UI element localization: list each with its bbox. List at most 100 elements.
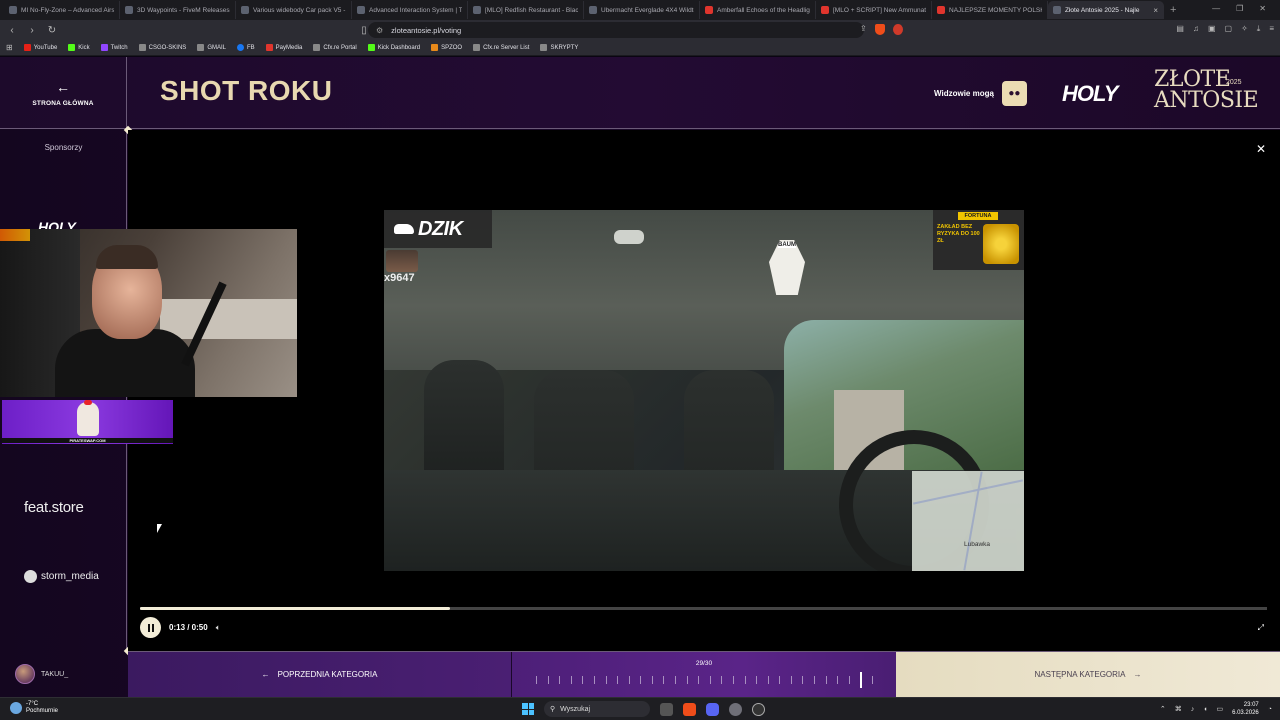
bookmark-item[interactable]: Kick Dashboard: [367, 44, 420, 51]
bookmark-item[interactable]: SKRYPTY: [540, 44, 578, 51]
category-tick[interactable]: [605, 676, 607, 684]
category-tick[interactable]: [663, 676, 665, 684]
users-icon[interactable]: ●●: [1001, 81, 1027, 106]
category-tick[interactable]: [756, 676, 758, 684]
pause-button[interactable]: [140, 617, 161, 638]
clock[interactable]: 23:07 6.03.2026: [1232, 701, 1259, 717]
battery-icon[interactable]: ▭: [1216, 705, 1223, 713]
browser-tab[interactable]: Amberfall Echoes of the Headlight: [700, 1, 816, 19]
volume-tray-icon[interactable]: ◖: [1203, 706, 1207, 713]
settings-icon[interactable]: [729, 702, 742, 716]
category-tick[interactable]: [872, 676, 873, 684]
previous-category-button[interactable]: ← POPRZEDNIA KATEGORIA: [128, 652, 511, 697]
bookmark-item[interactable]: Twitch: [100, 44, 128, 51]
category-tick[interactable]: [790, 676, 792, 684]
fullscreen-icon[interactable]: ⤢: [1258, 623, 1264, 633]
category-tick[interactable]: [767, 676, 769, 684]
close-icon[interactable]: ✕: [1256, 142, 1266, 156]
category-tick[interactable]: [825, 676, 827, 684]
discord-icon[interactable]: [706, 702, 719, 716]
wallet-icon[interactable]: ▢: [1225, 24, 1233, 34]
sponsor-feat-store[interactable]: feat.store: [24, 499, 84, 516]
minimize-icon[interactable]: —: [1212, 4, 1220, 13]
notifications-icon[interactable]: ◔: [1268, 706, 1272, 713]
bookmark-item[interactable]: CSGO-SKINS: [138, 44, 186, 51]
category-tick[interactable]: [802, 676, 804, 684]
download-icon[interactable]: ⤓: [1257, 24, 1261, 34]
category-tick[interactable]: [698, 676, 700, 684]
reload-icon[interactable]: ↻: [44, 25, 60, 36]
tab-close-icon[interactable]: ×: [1153, 6, 1158, 15]
category-timeline[interactable]: 29/30: [512, 652, 896, 697]
category-tick[interactable]: [651, 676, 653, 684]
windows-start-icon[interactable]: [522, 703, 534, 715]
category-tick[interactable]: [675, 676, 677, 684]
brave-rewards-icon[interactable]: [892, 24, 903, 35]
home-button[interactable]: ← STRONA GŁÓWNA: [0, 57, 127, 129]
category-tick[interactable]: [848, 676, 850, 684]
category-tick[interactable]: [536, 676, 537, 684]
next-category-button[interactable]: NASTĘPNA KATEGORIA →: [896, 652, 1280, 697]
maximize-icon[interactable]: ❐: [1236, 4, 1243, 13]
viewers-toggle[interactable]: Widzowie mogą ●●: [934, 81, 1027, 106]
brave-shield-icon[interactable]: [874, 24, 885, 35]
bookmark-item[interactable]: SPZOO: [431, 44, 462, 51]
category-tick[interactable]: [640, 676, 642, 684]
forward-icon[interactable]: ›: [24, 25, 40, 36]
brave-taskbar-icon[interactable]: [683, 702, 696, 716]
video-progress-bar[interactable]: [140, 607, 1267, 610]
user-profile[interactable]: TAKUU_: [0, 651, 127, 697]
sidebar-icon[interactable]: ▤: [1176, 24, 1184, 34]
category-tick[interactable]: [593, 676, 595, 684]
category-tick[interactable]: [686, 676, 688, 684]
bookmark-item[interactable]: GMAIL: [197, 44, 226, 51]
bookmark-item[interactable]: Cfx.re Server List: [473, 44, 529, 51]
mic-icon[interactable]: ♪: [1191, 706, 1195, 713]
bookmark-item[interactable]: Kick: [68, 44, 90, 51]
category-tick[interactable]: [837, 676, 839, 684]
weather-widget[interactable]: -7°C Pochmurnie: [10, 701, 58, 715]
menu-icon[interactable]: ≡: [1269, 24, 1274, 34]
browser-tab[interactable]: [MLO + SCRIPT] New Ammunation: [816, 1, 932, 19]
bookmark-item[interactable]: Cfx.re Portal: [313, 44, 357, 51]
back-icon[interactable]: ‹: [4, 25, 20, 36]
category-tick[interactable]: [582, 676, 584, 684]
browser-tab[interactable]: NAJLEPSZE MOMENTY POLSKIEGO: [932, 1, 1048, 19]
sponsor-storm-media[interactable]: storm_media: [24, 570, 99, 583]
browser-tab[interactable]: [MLO] Redfish Restaurant - BlackV: [468, 1, 584, 19]
obs-icon[interactable]: [752, 702, 765, 716]
category-tick[interactable]: [814, 676, 816, 684]
category-tick[interactable]: [732, 676, 734, 684]
extensions-icon[interactable]: ✧: [1241, 24, 1248, 34]
new-tab-button[interactable]: +: [1164, 4, 1176, 16]
task-view-icon[interactable]: [660, 702, 673, 716]
site-info-icon[interactable]: ⚙: [376, 26, 383, 35]
bookmark-item[interactable]: FB: [237, 44, 255, 51]
browser-tab[interactable]: Złote Antosie 2025 - Najle ×: [1048, 1, 1164, 19]
volume-icon[interactable]: 🔈︎: [216, 623, 221, 633]
url-bar[interactable]: ⚙ zloteantosie.pl/voting: [368, 22, 864, 38]
category-tick[interactable]: [709, 676, 711, 684]
browser-tab[interactable]: Various widebody Car pack V5 - Fi: [236, 1, 352, 19]
category-tick[interactable]: [570, 676, 572, 684]
category-tick[interactable]: [628, 676, 630, 684]
tray-chevron-icon[interactable]: ⌃: [1160, 705, 1166, 713]
browser-tab[interactable]: Advanced Interaction System | Tarj: [352, 1, 468, 19]
browser-tab[interactable]: Ubermacht Everglade 4X4 Wildtra: [584, 1, 700, 19]
category-tick-current[interactable]: [860, 672, 863, 688]
bookmark-item[interactable]: YouTube: [23, 44, 57, 51]
video-player[interactable]: BAUM DZIK x9647 FORTUNA ZAKŁAD BEZ RYZYK…: [384, 210, 1024, 571]
network-icon[interactable]: ⌘: [1175, 705, 1182, 713]
music-icon[interactable]: ♫: [1193, 24, 1199, 34]
category-tick[interactable]: [744, 676, 746, 684]
browser-tab[interactable]: 3D Waypoints - FiveM Releases - C: [120, 1, 236, 19]
browser-tab[interactable]: MI No-Fly-Zone – Advanced Airsp: [4, 1, 120, 19]
category-tick[interactable]: [721, 676, 723, 684]
taskbar-search[interactable]: ⚲ Wyszukaj: [544, 701, 650, 717]
apps-grid-icon[interactable]: ⊞: [6, 43, 13, 52]
category-tick[interactable]: [617, 676, 619, 684]
bookmark-item[interactable]: PayMedia: [265, 44, 302, 51]
panel-icon[interactable]: ▣: [1208, 24, 1216, 34]
close-window-icon[interactable]: ✕: [1259, 4, 1266, 13]
category-tick[interactable]: [547, 676, 549, 684]
